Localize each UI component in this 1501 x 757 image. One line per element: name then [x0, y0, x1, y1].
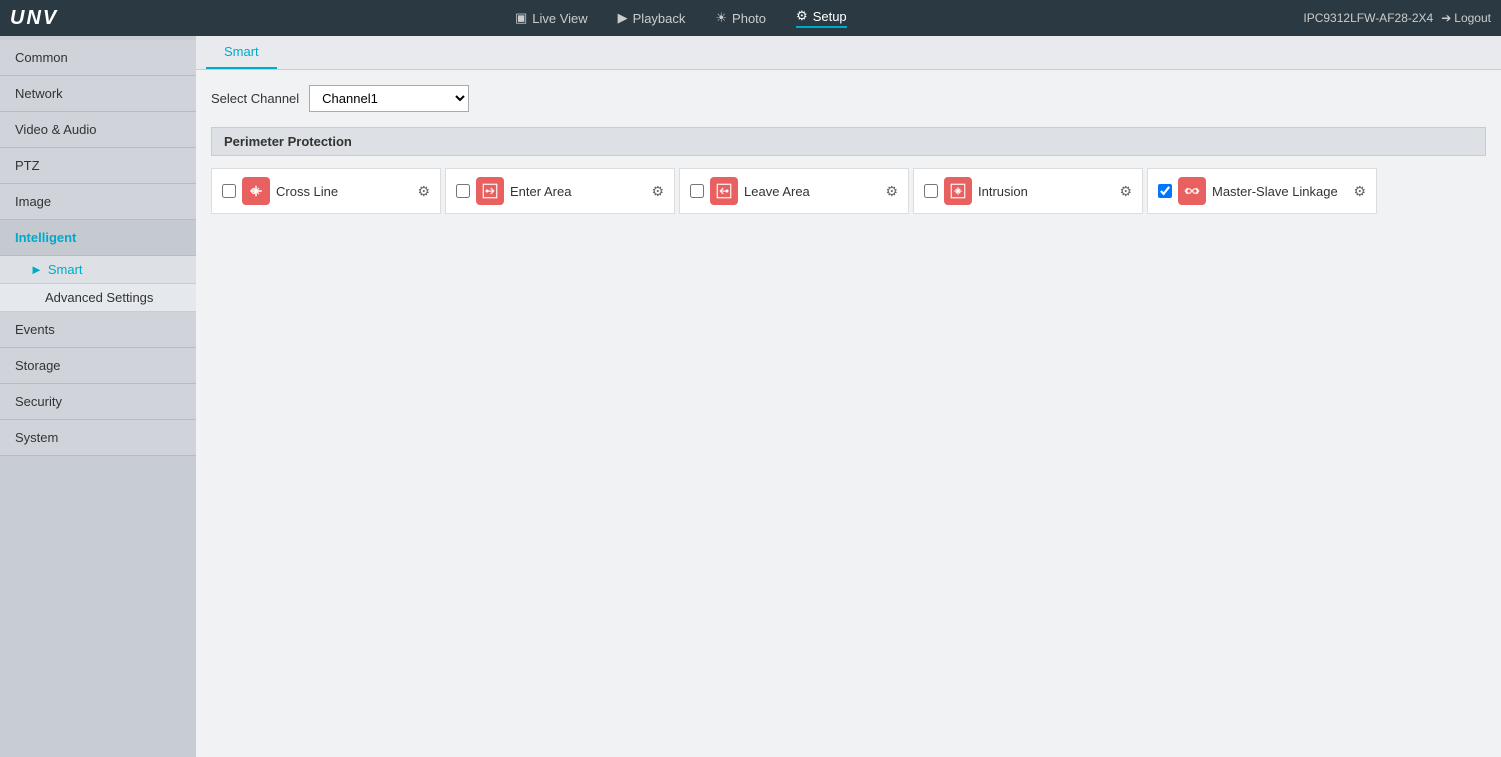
sidebar-item-intelligent[interactable]: Intelligent	[0, 220, 196, 256]
intrusion-icon	[949, 182, 967, 200]
protection-item-leave-area: Leave Area ⚙	[679, 168, 909, 214]
sidebar-sub-item-advanced-settings[interactable]: Advanced Settings	[0, 284, 196, 312]
nav-playback[interactable]: ▶ Playback	[618, 10, 686, 26]
logout-icon: ➔	[1441, 11, 1451, 25]
enter-area-label: Enter Area	[510, 184, 645, 199]
enter-area-checkbox[interactable]	[456, 184, 470, 198]
master-slave-gear-icon[interactable]: ⚙	[1353, 183, 1366, 200]
sidebar-item-network[interactable]: Network	[0, 76, 196, 112]
protection-item-cross-line: Cross Line ⚙	[211, 168, 441, 214]
content-body: Select Channel Channel1 Channel2 Perimet…	[196, 70, 1501, 229]
select-channel-row: Select Channel Channel1 Channel2	[211, 85, 1486, 112]
gear-nav-icon: ⚙	[796, 8, 808, 24]
leave-area-gear-icon[interactable]: ⚙	[885, 183, 898, 200]
leave-area-label: Leave Area	[744, 184, 879, 199]
sidebar: Common Network Video & Audio PTZ Image I…	[0, 36, 196, 757]
sidebar-sub-item-smart[interactable]: ► Smart	[0, 256, 196, 284]
content: Smart Select Channel Channel1 Channel2 P…	[196, 36, 1501, 757]
sidebar-item-video-audio[interactable]: Video & Audio	[0, 112, 196, 148]
enter-area-icon	[481, 182, 499, 200]
cross-line-icon-box	[242, 177, 270, 205]
protection-item-intrusion: Intrusion ⚙	[913, 168, 1143, 214]
arrow-right-icon: ►	[30, 262, 43, 277]
nav-setup[interactable]: ⚙ Setup	[796, 8, 847, 28]
tab-bar: Smart	[196, 36, 1501, 70]
nav-photo[interactable]: ☀ Photo	[715, 10, 766, 26]
intrusion-icon-box	[944, 177, 972, 205]
header-right: IPC9312LFW-AF28-2X4 ➔ Logout	[1303, 11, 1491, 25]
header-nav: ▣ Live View ▶ Playback ☀ Photo ⚙ Setup	[515, 8, 847, 28]
header: UNV ▣ Live View ▶ Playback ☀ Photo ⚙ Set…	[0, 0, 1501, 36]
sidebar-item-ptz[interactable]: PTZ	[0, 148, 196, 184]
monitor-icon: ▣	[515, 10, 527, 26]
leave-area-checkbox[interactable]	[690, 184, 704, 198]
sidebar-item-events[interactable]: Events	[0, 312, 196, 348]
protection-row: Cross Line ⚙ Enter Area ⚙	[211, 168, 1486, 214]
intrusion-gear-icon[interactable]: ⚙	[1119, 183, 1132, 200]
cross-line-label: Cross Line	[276, 184, 411, 199]
nav-live-view[interactable]: ▣ Live View	[515, 10, 588, 26]
master-slave-icon	[1183, 182, 1201, 200]
film-icon: ▶	[618, 10, 628, 26]
sidebar-item-image[interactable]: Image	[0, 184, 196, 220]
tab-smart[interactable]: Smart	[206, 36, 277, 69]
enter-area-gear-icon[interactable]: ⚙	[651, 183, 664, 200]
protection-item-enter-area: Enter Area ⚙	[445, 168, 675, 214]
perimeter-protection-header: Perimeter Protection	[211, 127, 1486, 156]
intrusion-checkbox[interactable]	[924, 184, 938, 198]
cross-line-icon	[247, 182, 265, 200]
sidebar-item-system[interactable]: System	[0, 420, 196, 456]
main-layout: Common Network Video & Audio PTZ Image I…	[0, 36, 1501, 757]
master-slave-icon-box	[1178, 177, 1206, 205]
leave-area-icon	[715, 182, 733, 200]
intrusion-label: Intrusion	[978, 184, 1113, 199]
select-channel-label: Select Channel	[211, 91, 299, 106]
sidebar-item-security[interactable]: Security	[0, 384, 196, 420]
leave-area-icon-box	[710, 177, 738, 205]
master-slave-label: Master-Slave Linkage	[1212, 184, 1347, 199]
cross-line-checkbox[interactable]	[222, 184, 236, 198]
master-slave-checkbox[interactable]	[1158, 184, 1172, 198]
channel-select[interactable]: Channel1 Channel2	[309, 85, 469, 112]
sidebar-item-storage[interactable]: Storage	[0, 348, 196, 384]
photo-icon: ☀	[715, 10, 727, 26]
protection-item-master-slave: Master-Slave Linkage ⚙	[1147, 168, 1377, 214]
logo: UNV	[10, 7, 58, 30]
device-name: IPC9312LFW-AF28-2X4	[1303, 11, 1433, 25]
cross-line-gear-icon[interactable]: ⚙	[417, 183, 430, 200]
sidebar-item-common[interactable]: Common	[0, 40, 196, 76]
logout-button[interactable]: ➔ Logout	[1441, 11, 1491, 25]
enter-area-icon-box	[476, 177, 504, 205]
